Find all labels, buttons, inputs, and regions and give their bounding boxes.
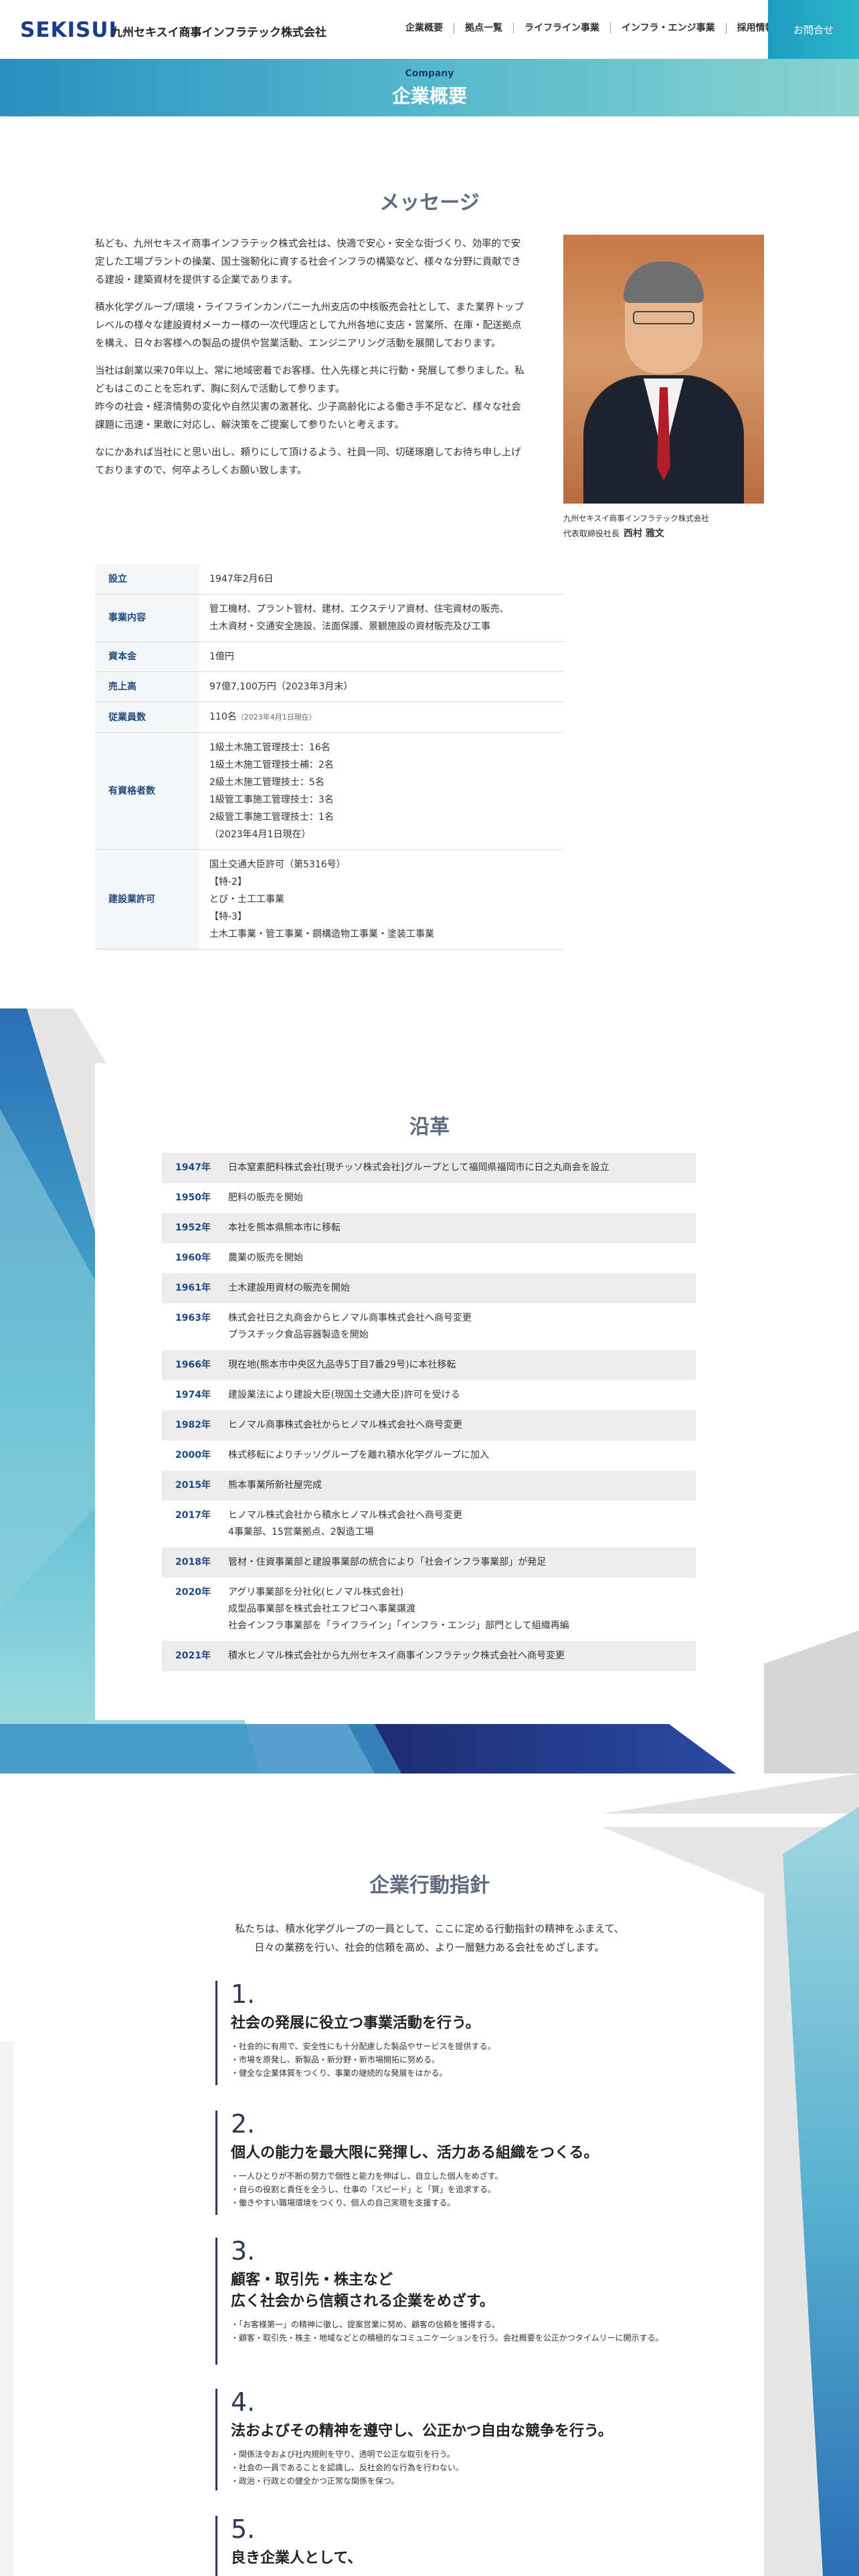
message-paragraph: 積水化学グループ/環境・ライフラインカンパニー九州支店の中核販売会社として、また… [95,302,524,349]
table-row: 2015年 熊本事業所新社屋完成 [162,1471,696,1501]
sekisui-logo[interactable]: SEKISUI [20,18,117,42]
table-row: 2017年 ヒノマル株式会社から積水ヒノマル株式会社へ商号変更 4事業部、15営業拠… [175,1510,462,1537]
company-name[interactable]: 九州セキスイ商事インフラテック株式会社 [111,23,326,39]
photo-caption: 代表取締役社長 西村 雅文 [563,526,664,540]
nav-company[interactable]: 企業概要 [395,23,454,33]
info-value: 1億円 [199,641,563,672]
conduct-item: 3. 顧客・取引先・株主など 広く社会から信頼される企業をめざす。 ・「お客様第一… [215,2238,670,2365]
conduct-item: 5. 良き企業人として、 [215,2516,670,2576]
info-value: 97億7,100万円（2023年3月末） [199,671,563,702]
message-heading: メッセージ [379,191,480,215]
history-table: 1947年 日本窒素肥料株式会社[現チッソ株式会社]グループとして福岡県福岡市に日… [162,1153,696,1671]
conduct-item: 4. 法およびその精神を遵守し、公正かつ自由な競争を行う。 ・関係法令および社内… [215,2389,670,2490]
table-row: 有資格者数 1級土木施工管理技士：16名 1級土木施工管理技士補：2名 2級土木施工… [95,732,563,850]
table-row: 1961年 土木建設用資材の販売を開始 [162,1273,696,1303]
message-paragraph: なにかあれば当社にと思い出し、頼りにして頂けるよう、社員一同、切磋琢磨してお待ち… [95,447,521,476]
president-role: 代表取締役社長 [563,529,620,538]
info-label: 有資格者数 [95,732,199,850]
info-value: 管工機材、プラント管材、建材、エクステリア資材、住宅資材の販売、 土木資材・交通安… [199,594,563,642]
page-title-en: Company [405,68,454,79]
message-paragraph: 昨今の社会・経済情勢の変化や自然災害の激甚化、少子高齢化による働き手不足など、様… [95,402,521,431]
nav-lifeline[interactable]: ライフライン事業 [514,23,611,33]
president-name: 西村 雅文 [624,528,664,539]
table-row: 1952年 本社を熊本県熊本市に移転 [162,1213,696,1243]
table-row: 建設業許可 国土交通大臣許可（第5316号） 【特-2】 とび・土工工事業 【特-3… [95,849,563,950]
info-label: 建設業許可 [95,849,199,950]
info-label: 設立 [95,564,199,595]
photo-caption-company: 九州セキスイ商事インフラテック株式会社 [563,514,709,523]
page-title-band: Company 企業概要 [0,59,859,116]
info-label: 従業員数 [95,702,199,733]
message-paragraph: 私ども、九州セキスイ商事インフラテック株式会社は、快適で安心・安全な街づくり、効… [95,239,521,286]
contact-button[interactable]: お問合せ [768,0,859,59]
table-row: 資本金 1億円 [95,641,563,672]
info-value: 1級土木施工管理技士：16名 1級土木施工管理技士補：2名 2級土木施工管理技士：5… [199,732,563,850]
message-paragraph: 当社は創業以来70年以上、常に地域密着でお客様、仕入先様と共に行動・発展して参り… [95,366,524,395]
info-value: 1947年2月6日 [199,564,563,595]
conduct-heading: 企業行動指針 [369,1874,490,1897]
nav-locations[interactable]: 拠点一覧 [454,23,514,33]
table-row: 事業内容 管工機材、プラント管材、建材、エクステリア資材、住宅資材の販売、 土木資… [95,594,563,642]
conduct-item: 2. 個人の能力を最大限に発揮し、活力ある組織をつくる。 ・一人ひとりが不断の努… [215,2111,670,2215]
table-row: 1974年 建設業法により建設大臣(現国土交通大臣)許可を受ける [175,1390,460,1400]
company-info-table: 設立 1947年2月6日 事業内容 管工機材、プラント管材、建材、エクステリア資… [95,564,563,950]
info-value: 110名（2023年4月1日現在） [199,702,563,733]
table-row: 1950年 肥料の販売を開始 [175,1192,303,1203]
conduct-item: 1. 社会の発展に役立つ事業活動を行う。 ・社会的に有用で、安全性にも十分配慮し… [215,1981,670,2085]
history-heading: 沿革 [409,1115,450,1139]
president-photo [563,235,764,504]
table-row: 2021年 積水ヒノマル株式会社から九州セキスイ商事インフラテック株式会社へ商号変… [162,1641,696,1671]
table-row: 1966年 現在地(熊本市中央区九品寺5丁目7番29号)に本社移転 [162,1350,696,1380]
table-row: 2000年 株式移転によりチッソグループを離れ積水化学グループに加入 [175,1450,490,1461]
info-value: 国土交通大臣許可（第5316号） 【特-2】 とび・土工工事業 【特-3】 土木工事業… [199,849,563,950]
table-row: 従業員数 110名（2023年4月1日現在） [95,702,563,733]
site-header: SEKISUI 九州セキスイ商事インフラテック株式会社 企業概要 拠点一覧 ライ… [0,0,859,59]
main-nav: 企業概要 拠点一覧 ライフライン事業 インフラ・エンジ事業 採用情報 [395,23,785,33]
table-row: 2018年 管材・住資事業部と建設事業部の統合により「社会インフラ事業部」が発足 [162,1547,696,1578]
table-row: 2020年 アグリ事業部を分社化(ヒノマル株式会社) 成型品事業部を株式会社エフピコ… [175,1587,569,1631]
info-label: 資本金 [95,641,199,672]
table-row: 売上高 97億7,100万円（2023年3月末） [95,671,563,702]
table-row: 1960年 農業の販売を開始 [175,1253,303,1263]
conduct-intro: 私たちは、積水化学グループの一員として、ここに定める行動指針の精神をふまえて、日… [235,1923,624,1953]
table-row: 1982年 ヒノマル商事株式会社からヒノマル株式会社へ商号変更 [162,1410,696,1440]
table-row: 1947年 日本窒素肥料株式会社[現チッソ株式会社]グループとして福岡県福岡市に日… [162,1153,696,1183]
table-row: 1963年 株式会社日之丸商会からヒノマル商事株式会社へ商号変更 プラスチック食品容… [175,1313,472,1340]
info-label: 事業内容 [95,594,199,642]
nav-infra-engineering[interactable]: インフラ・エンジ事業 [611,23,727,33]
page-title: 企業概要 [391,85,467,107]
message-body: 私ども、九州セキスイ商事インフラテック株式会社は、快適で安心・安全な街づくり、効… [95,235,529,490]
info-label: 売上高 [95,671,199,702]
table-row: 設立 1947年2月6日 [95,564,563,595]
